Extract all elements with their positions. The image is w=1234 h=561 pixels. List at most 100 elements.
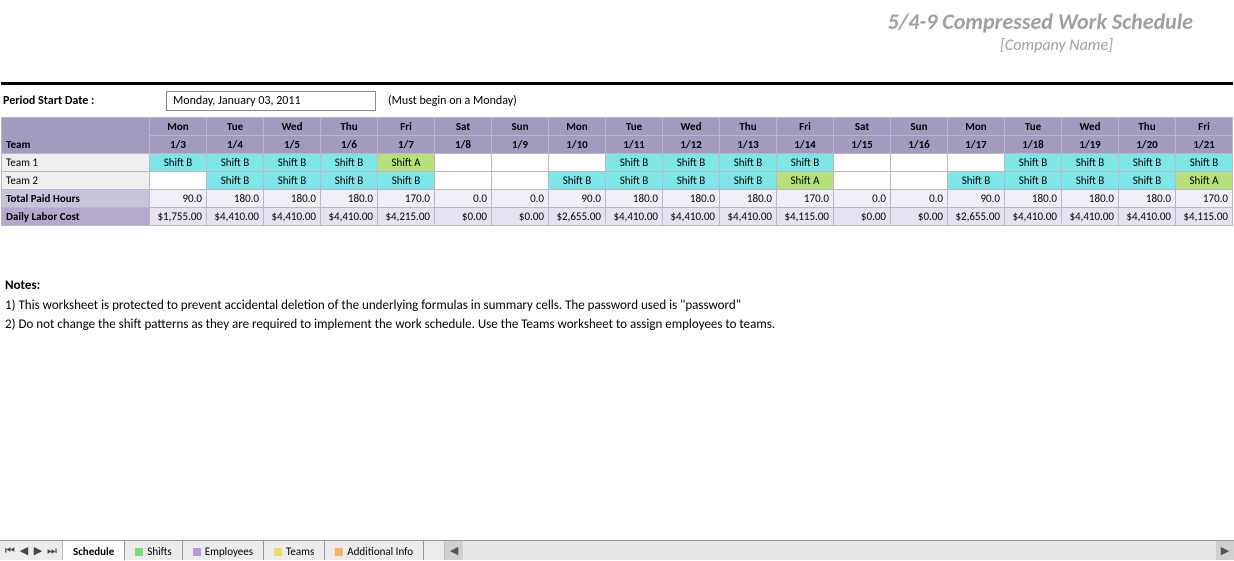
hours-cell: 180.0 — [663, 190, 720, 208]
tab-employees[interactable]: Employees — [183, 541, 264, 560]
period-start-input[interactable] — [166, 91, 376, 111]
nav-last-icon[interactable]: ⏭ — [46, 544, 58, 558]
tab-additional-info[interactable]: Additional Info — [325, 541, 424, 560]
shift-cell[interactable]: Shift B — [1005, 172, 1062, 190]
scroll-right-icon[interactable]: ▶ — [1216, 541, 1234, 560]
shift-cell[interactable]: Shift B — [150, 154, 207, 172]
shift-cell[interactable] — [891, 172, 948, 190]
day-header: Sun — [891, 118, 948, 136]
shift-cell[interactable]: Shift B — [207, 172, 264, 190]
shift-cell[interactable]: Shift B — [606, 154, 663, 172]
shift-cell[interactable]: Shift B — [264, 154, 321, 172]
day-header: Thu — [321, 118, 378, 136]
scroll-left-icon[interactable]: ◀ — [445, 541, 463, 560]
date-header: 1/4 — [207, 136, 264, 154]
shift-cell[interactable]: Shift B — [1062, 172, 1119, 190]
tab-shifts[interactable]: Shifts — [125, 541, 182, 560]
cost-cell: $4,410.00 — [1005, 208, 1062, 226]
shift-cell[interactable]: Shift B — [321, 154, 378, 172]
day-header: Tue — [1005, 118, 1062, 136]
team1-label: Team 1 — [2, 154, 150, 172]
date-header: 1/6 — [321, 136, 378, 154]
tab-label: Teams — [286, 545, 314, 558]
cost-cell: $4,410.00 — [1062, 208, 1119, 226]
shift-cell[interactable]: Shift B — [720, 154, 777, 172]
shift-cell[interactable]: Shift B — [663, 172, 720, 190]
shift-cell[interactable] — [435, 154, 492, 172]
shift-cell[interactable]: Shift B — [1176, 154, 1233, 172]
date-header: 1/17 — [948, 136, 1005, 154]
shift-cell[interactable]: Shift B — [1119, 154, 1176, 172]
notes-line: 2) Do not change the shift patterns as t… — [5, 315, 1229, 335]
hours-cell: 0.0 — [492, 190, 549, 208]
date-header: 1/15 — [834, 136, 891, 154]
shift-cell[interactable] — [492, 154, 549, 172]
horizontal-scrollbar[interactable]: ◀ ▶ — [444, 541, 1234, 560]
shift-cell[interactable]: Shift B — [777, 154, 834, 172]
date-header: 1/20 — [1119, 136, 1176, 154]
shift-cell[interactable]: Shift B — [207, 154, 264, 172]
schedule-table: Team Mon Tue Wed Thu Fri Sat Sun Mon Tue… — [1, 117, 1233, 226]
shift-cell[interactable]: Shift A — [378, 154, 435, 172]
shift-cell[interactable] — [834, 172, 891, 190]
hours-cell: 180.0 — [207, 190, 264, 208]
shift-cell[interactable] — [834, 154, 891, 172]
period-start-label: Period Start Date : — [3, 94, 158, 108]
tab-label: Employees — [205, 545, 253, 558]
cost-cell: $4,115.00 — [1176, 208, 1233, 226]
shift-cell[interactable]: Shift B — [720, 172, 777, 190]
day-header: Fri — [1176, 118, 1233, 136]
shift-cell[interactable]: Shift A — [1176, 172, 1233, 190]
shift-cell[interactable]: Shift B — [606, 172, 663, 190]
shift-cell[interactable]: Shift B — [321, 172, 378, 190]
shift-cell[interactable]: Shift B — [1005, 154, 1062, 172]
shift-cell[interactable]: Shift B — [1062, 154, 1119, 172]
day-header: Fri — [378, 118, 435, 136]
shift-cell[interactable]: Shift B — [378, 172, 435, 190]
nav-first-icon[interactable]: ⏮ — [4, 544, 16, 558]
tab-label: Shifts — [147, 545, 171, 558]
cost-cell: $2,655.00 — [549, 208, 606, 226]
cost-cell: $0.00 — [435, 208, 492, 226]
day-header: Wed — [264, 118, 321, 136]
nav-prev-icon[interactable]: ◀ — [18, 544, 30, 557]
shift-cell[interactable]: Shift B — [1119, 172, 1176, 190]
shift-cell[interactable]: Shift B — [549, 172, 606, 190]
day-header: Sun — [492, 118, 549, 136]
day-header: Tue — [606, 118, 663, 136]
hours-cell: 180.0 — [1062, 190, 1119, 208]
shift-cell[interactable]: Shift B — [663, 154, 720, 172]
notes-line: 1) This worksheet is protected to preven… — [5, 296, 1229, 316]
header-row-day: Team Mon Tue Wed Thu Fri Sat Sun Mon Tue… — [2, 118, 1233, 136]
shift-cell[interactable] — [948, 154, 1005, 172]
date-header: 1/14 — [777, 136, 834, 154]
shift-cell[interactable] — [891, 154, 948, 172]
header-row-date: 1/3 1/4 1/5 1/6 1/7 1/8 1/9 1/10 1/11 1/… — [2, 136, 1233, 154]
page-title: 5/4-9 Compressed Work Schedule — [888, 8, 1193, 35]
cost-cell: $4,410.00 — [1119, 208, 1176, 226]
cost-cell: $4,410.00 — [663, 208, 720, 226]
period-start-row: Period Start Date : (Must begin on a Mon… — [1, 85, 1233, 117]
day-header: Sat — [834, 118, 891, 136]
tab-teams[interactable]: Teams — [264, 541, 325, 560]
shift-cell[interactable]: Shift B — [264, 172, 321, 190]
cost-cell: $4,410.00 — [264, 208, 321, 226]
period-start-hint: (Must begin on a Monday) — [388, 94, 517, 108]
labor-cost-label: Daily Labor Cost — [2, 208, 150, 226]
hours-cell: 180.0 — [1119, 190, 1176, 208]
shift-cell[interactable] — [549, 154, 606, 172]
shift-cell[interactable] — [492, 172, 549, 190]
shift-cell[interactable]: Shift B — [948, 172, 1005, 190]
shift-cell[interactable]: Shift A — [777, 172, 834, 190]
cost-cell: $2,655.00 — [948, 208, 1005, 226]
nav-next-icon[interactable]: ▶ — [32, 544, 44, 557]
total-hours-label: Total Paid Hours — [2, 190, 150, 208]
header: 5/4-9 Compressed Work Schedule [Company … — [1, 0, 1233, 85]
shift-cell[interactable] — [150, 172, 207, 190]
shift-cell[interactable] — [435, 172, 492, 190]
tab-schedule[interactable]: Schedule — [63, 541, 125, 561]
cost-cell: $4,410.00 — [606, 208, 663, 226]
day-header: Thu — [720, 118, 777, 136]
hours-cell: 90.0 — [150, 190, 207, 208]
cost-cell: $4,410.00 — [720, 208, 777, 226]
